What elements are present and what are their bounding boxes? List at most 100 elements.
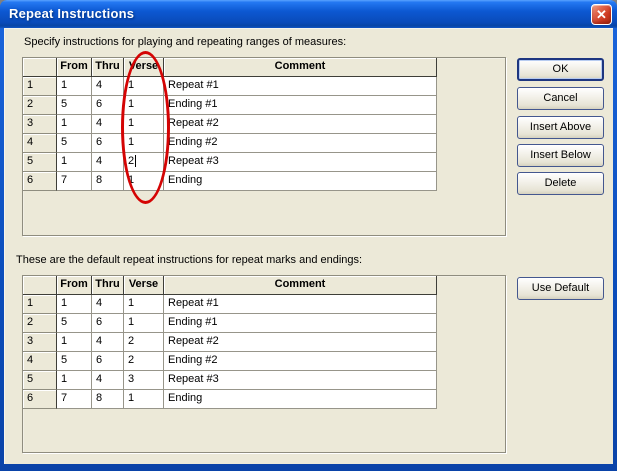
row-number-cell: 2 <box>23 314 57 333</box>
table-row: 3142Repeat #2 <box>23 333 437 352</box>
repeat-instructions-grid: FromThruVerseComment1141Repeat #12561End… <box>22 57 506 236</box>
cell-verse[interactable]: 2 <box>124 153 164 172</box>
cell-comment: Repeat #3 <box>164 371 437 390</box>
table-row: 2561Ending #1 <box>23 314 437 333</box>
column-header-from: From <box>57 276 92 295</box>
row-number-cell[interactable]: 5 <box>23 153 57 172</box>
default-instructions-table: FromThruVerseComment1141Repeat #12561End… <box>23 276 437 409</box>
cell-verse[interactable]: 1 <box>124 96 164 115</box>
default-instructions-grid: FromThruVerseComment1141Repeat #12561End… <box>22 275 506 453</box>
table-row: 5142Repeat #3 <box>23 153 437 172</box>
row-number-cell: 4 <box>23 352 57 371</box>
title-bar: Repeat Instructions ✕ <box>0 0 617 28</box>
cell-verse: 2 <box>124 333 164 352</box>
cell-comment: Ending #1 <box>164 314 437 333</box>
cell-from[interactable]: 7 <box>57 172 92 191</box>
corner-header-cell <box>23 276 57 295</box>
cell-from: 1 <box>57 371 92 390</box>
table-row: 3141Repeat #2 <box>23 115 437 134</box>
cell-comment[interactable]: Ending <box>164 172 437 191</box>
cell-thru: 6 <box>92 314 124 333</box>
row-number-cell[interactable]: 6 <box>23 172 57 191</box>
cancel-button[interactable]: Cancel <box>517 87 604 110</box>
table-row: 1141Repeat #1 <box>23 77 437 96</box>
top-section-label: Specify instructions for playing and rep… <box>24 36 346 48</box>
cell-verse: 3 <box>124 371 164 390</box>
table-row: 5143Repeat #3 <box>23 371 437 390</box>
cell-from: 1 <box>57 295 92 314</box>
close-icon[interactable]: ✕ <box>591 4 612 25</box>
cell-verse: 1 <box>124 314 164 333</box>
cell-thru[interactable]: 4 <box>92 77 124 96</box>
cell-comment[interactable]: Ending #2 <box>164 134 437 153</box>
table-row: 6781Ending <box>23 390 437 409</box>
cell-comment: Ending #2 <box>164 352 437 371</box>
row-number-cell: 1 <box>23 295 57 314</box>
cell-thru[interactable]: 6 <box>92 96 124 115</box>
cell-from: 1 <box>57 333 92 352</box>
cell-thru[interactable]: 4 <box>92 153 124 172</box>
cell-verse: 1 <box>124 295 164 314</box>
cell-from: 5 <box>57 314 92 333</box>
column-header-verse: Verse <box>124 276 164 295</box>
table-header-row: FromThruVerseComment <box>23 276 437 295</box>
cell-from: 7 <box>57 390 92 409</box>
table-row: 1141Repeat #1 <box>23 295 437 314</box>
row-number-cell: 6 <box>23 390 57 409</box>
row-number-cell: 3 <box>23 333 57 352</box>
repeat-instructions-table: FromThruVerseComment1141Repeat #12561End… <box>23 58 437 191</box>
table-row: 4562Ending #2 <box>23 352 437 371</box>
cell-from[interactable]: 1 <box>57 153 92 172</box>
dialog-title: Repeat Instructions <box>9 6 134 21</box>
cell-thru: 6 <box>92 352 124 371</box>
row-number-cell[interactable]: 2 <box>23 96 57 115</box>
cell-thru: 4 <box>92 371 124 390</box>
corner-header-cell <box>23 58 57 77</box>
insert-above-button[interactable]: Insert Above <box>517 116 604 139</box>
cell-from[interactable]: 5 <box>57 96 92 115</box>
column-header-comment: Comment <box>164 58 437 77</box>
row-number-cell: 5 <box>23 371 57 390</box>
cell-verse: 2 <box>124 352 164 371</box>
cell-verse[interactable]: 1 <box>124 115 164 134</box>
cell-thru: 4 <box>92 333 124 352</box>
dialog-body: Specify instructions for playing and rep… <box>4 28 613 464</box>
cell-comment[interactable]: Repeat #1 <box>164 77 437 96</box>
row-number-cell[interactable]: 3 <box>23 115 57 134</box>
use-default-button[interactable]: Use Default <box>517 277 604 300</box>
cell-comment: Ending <box>164 390 437 409</box>
column-header-comment: Comment <box>164 276 437 295</box>
text-caret <box>135 155 136 167</box>
table-row: 4561Ending #2 <box>23 134 437 153</box>
cell-comment: Repeat #1 <box>164 295 437 314</box>
delete-button[interactable]: Delete <box>517 172 604 195</box>
cell-from[interactable]: 1 <box>57 77 92 96</box>
cell-from: 5 <box>57 352 92 371</box>
cell-comment[interactable]: Repeat #3 <box>164 153 437 172</box>
cell-from[interactable]: 1 <box>57 115 92 134</box>
column-header-verse: Verse <box>124 58 164 77</box>
row-number-cell[interactable]: 1 <box>23 77 57 96</box>
cell-thru[interactable]: 8 <box>92 172 124 191</box>
cell-thru: 4 <box>92 295 124 314</box>
cell-verse[interactable]: 1 <box>124 77 164 96</box>
cell-comment: Repeat #2 <box>164 333 437 352</box>
repeat-instructions-dialog: Repeat Instructions ✕ Specify instructio… <box>0 0 617 471</box>
column-header-from: From <box>57 58 92 77</box>
cell-verse: 1 <box>124 390 164 409</box>
bottom-section-label: These are the default repeat instruction… <box>16 254 362 266</box>
row-number-cell[interactable]: 4 <box>23 134 57 153</box>
cell-verse[interactable]: 1 <box>124 172 164 191</box>
ok-button[interactable]: OK <box>517 58 604 81</box>
cell-verse[interactable]: 1 <box>124 134 164 153</box>
cell-thru[interactable]: 4 <box>92 115 124 134</box>
table-header-row: FromThruVerseComment <box>23 58 437 77</box>
table-row: 6781Ending <box>23 172 437 191</box>
cell-comment[interactable]: Repeat #2 <box>164 115 437 134</box>
insert-below-button[interactable]: Insert Below <box>517 144 604 167</box>
cell-comment[interactable]: Ending #1 <box>164 96 437 115</box>
cell-from[interactable]: 5 <box>57 134 92 153</box>
cell-thru[interactable]: 6 <box>92 134 124 153</box>
column-header-thru: Thru <box>92 58 124 77</box>
cell-thru: 8 <box>92 390 124 409</box>
